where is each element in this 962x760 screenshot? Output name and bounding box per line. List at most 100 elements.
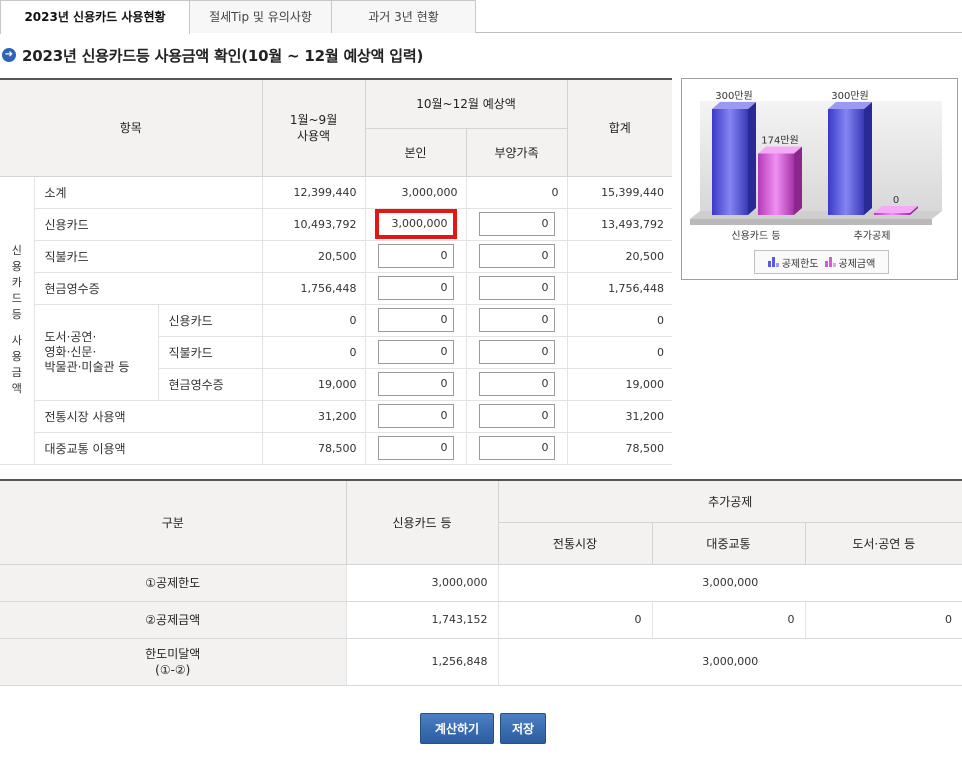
side-label-char: 액 — [11, 382, 22, 395]
self-input-cell: 0 — [364, 240, 467, 273]
dependents-input-market[interactable]: 0 — [478, 404, 555, 428]
row-label: 소계 — [33, 176, 263, 209]
dependents-input-credit[interactable]: 0 — [478, 212, 555, 236]
self-input-credit[interactable]: 3,000,000 — [374, 209, 457, 239]
bar-label-limit: 300만원 — [715, 90, 753, 102]
legend-label-limit: 공제한도 — [781, 258, 819, 270]
dependents-subtotal: 0 — [465, 176, 568, 209]
self-input-culture-credit[interactable]: 0 — [377, 308, 454, 332]
chart-floor-edge — [690, 219, 932, 225]
self-input-cell: 0 — [364, 400, 467, 433]
jan-sep-value: 19,000 — [261, 368, 366, 401]
dep-input-cell: 0 — [465, 336, 568, 369]
row-total: 0 — [566, 304, 673, 337]
self-input-cell: 0 — [364, 432, 467, 465]
row-total: 78,500 — [566, 432, 673, 465]
bar-limit-side — [864, 102, 872, 215]
header-credit: 신용카드 등 — [345, 479, 498, 565]
tab-past-3-years[interactable]: 과거 3년 현황 — [331, 0, 476, 33]
row-total: 20,500 — [566, 240, 673, 273]
side-label-cell: 신용카드등 사용금액 — [0, 176, 34, 465]
row-label: 신용카드 — [157, 304, 263, 337]
row-label: 현금영수증 — [33, 272, 263, 305]
row-label-limit: ①공제한도 — [0, 564, 346, 602]
culture-label-line: 도서·공연· — [44, 329, 97, 344]
tab-usage-2023[interactable]: 2023년 신용카드 사용현황 — [0, 0, 190, 34]
bar-limit — [828, 109, 864, 215]
self-input-cell: 3,000,000 — [364, 208, 467, 241]
dep-input-cell: 0 — [465, 208, 568, 241]
side-label-char: 등 — [11, 308, 22, 321]
row-label-remain: 한도미달액 (①-②) — [0, 638, 346, 686]
tab-bar: 2023년 신용카드 사용현황 절세Tip 및 유의사항 과거 3년 현황 — [0, 0, 962, 34]
header-market: 전통시장 — [497, 522, 652, 565]
save-button[interactable]: 저장 — [500, 713, 546, 744]
row-label-amount: ②공제금액 — [0, 601, 346, 639]
culture-label-line: 영화·신문· — [44, 344, 97, 359]
legend-item-amount: 공제금액 — [824, 255, 876, 270]
bar-chart-icon — [767, 257, 779, 267]
jan-sep-value: 31,200 — [261, 400, 366, 433]
dependents-input-culture-cash[interactable]: 0 — [478, 372, 555, 396]
table-row: ②공제금액 1,743,152 0 0 0 — [0, 601, 962, 639]
dependents-input-debit[interactable]: 0 — [478, 244, 555, 268]
self-input-transit[interactable]: 0 — [377, 436, 454, 460]
bar-label-amount: 174만원 — [761, 135, 799, 147]
self-input-culture-debit[interactable]: 0 — [377, 340, 454, 364]
table-row: 직불카드 20,500 0 0 20,500 — [0, 240, 673, 273]
header-item: 항목 — [0, 78, 263, 177]
self-input-cell: 0 — [364, 272, 467, 305]
row-label: 현금영수증 — [157, 368, 263, 401]
table-row: 전통시장 사용액 31,200 0 0 31,200 — [0, 400, 673, 433]
self-input-culture-cash[interactable]: 0 — [377, 372, 454, 396]
row-total: 0 — [566, 336, 673, 369]
row-total: 31,200 — [566, 400, 673, 433]
row-label: 직불카드 — [33, 240, 263, 273]
usage-table-wrapper: 항목 1월~9월 사용액 10월~12월 예상액 합계 본인 부양가족 신용카드… — [0, 78, 673, 465]
bar-amount — [758, 153, 794, 215]
side-label-char: 사 — [11, 334, 22, 347]
self-subtotal: 3,000,000 — [364, 176, 467, 209]
self-input-cell: 0 — [364, 304, 467, 337]
legend-label-amount: 공제금액 — [838, 258, 876, 270]
calculate-button[interactable]: 계산하기 — [420, 713, 494, 744]
limit-credit: 3,000,000 — [345, 564, 498, 602]
header-total: 합계 — [566, 78, 673, 177]
arrow-right-circle-icon: ➜ — [2, 48, 16, 62]
dependents-input-culture-debit[interactable]: 0 — [478, 340, 555, 364]
row-total: 1,756,448 — [566, 272, 673, 305]
section-header: ➜ 2023년 신용카드등 사용금액 확인(10월 ~ 12월 예상액 입력) — [2, 45, 423, 65]
self-input-debit[interactable]: 0 — [377, 244, 454, 268]
limit-extra: 3,000,000 — [497, 564, 962, 602]
header-oct-dec: 10월~12월 예상액 — [364, 78, 568, 129]
side-label-char: 용 — [11, 260, 22, 273]
usage-table: 항목 1월~9월 사용액 10월~12월 예상액 합계 본인 부양가족 신용카드… — [0, 78, 673, 465]
header-self: 본인 — [364, 128, 467, 177]
bar-chart-icon — [824, 257, 836, 267]
self-input-cell: 0 — [364, 368, 467, 401]
table-row: 대중교통 이용액 78,500 0 0 78,500 — [0, 432, 673, 465]
side-label-char: 신 — [11, 244, 22, 257]
table-row: ①공제한도 3,000,000 3,000,000 — [0, 564, 962, 602]
culture-label-cell: 도서·공연· 영화·신문· 박물관·미술관 등 — [33, 304, 158, 401]
action-buttons: 계산하기 저장 — [0, 713, 962, 744]
table-row: 신용카드등 사용금액 소계 12,399,440 3,000,000 0 15,… — [0, 176, 673, 465]
amount-market: 0 — [497, 601, 652, 639]
dependents-input-cash-receipt[interactable]: 0 — [478, 276, 555, 300]
jan-sep-value: 20,500 — [261, 240, 366, 273]
table-row: 신용카드 10,493,792 3,000,000 0 13,493,792 — [0, 208, 673, 241]
dependents-input-culture-credit[interactable]: 0 — [478, 308, 555, 332]
tab-tax-tips[interactable]: 절세Tip 및 유의사항 — [189, 0, 332, 33]
jan-sep-value: 10,493,792 — [261, 208, 366, 241]
header-culture: 도서·공연 등 — [804, 522, 962, 565]
self-input-market[interactable]: 0 — [377, 404, 454, 428]
dep-input-cell: 0 — [465, 368, 568, 401]
deduction-chart: 300만원 174만원 300만원 0 신용카드 등 추가공제 공제한도 공제금액 — [681, 78, 958, 280]
bar-label-amount: 0 — [893, 195, 899, 206]
self-input-cash-receipt[interactable]: 0 — [377, 276, 454, 300]
dep-input-cell: 0 — [465, 272, 568, 305]
side-label: 신용카드등 사용금액 — [0, 243, 34, 397]
jan-sep-value: 1,756,448 — [261, 272, 366, 305]
dependents-input-transit[interactable]: 0 — [478, 436, 555, 460]
side-label-char — [0, 323, 34, 333]
